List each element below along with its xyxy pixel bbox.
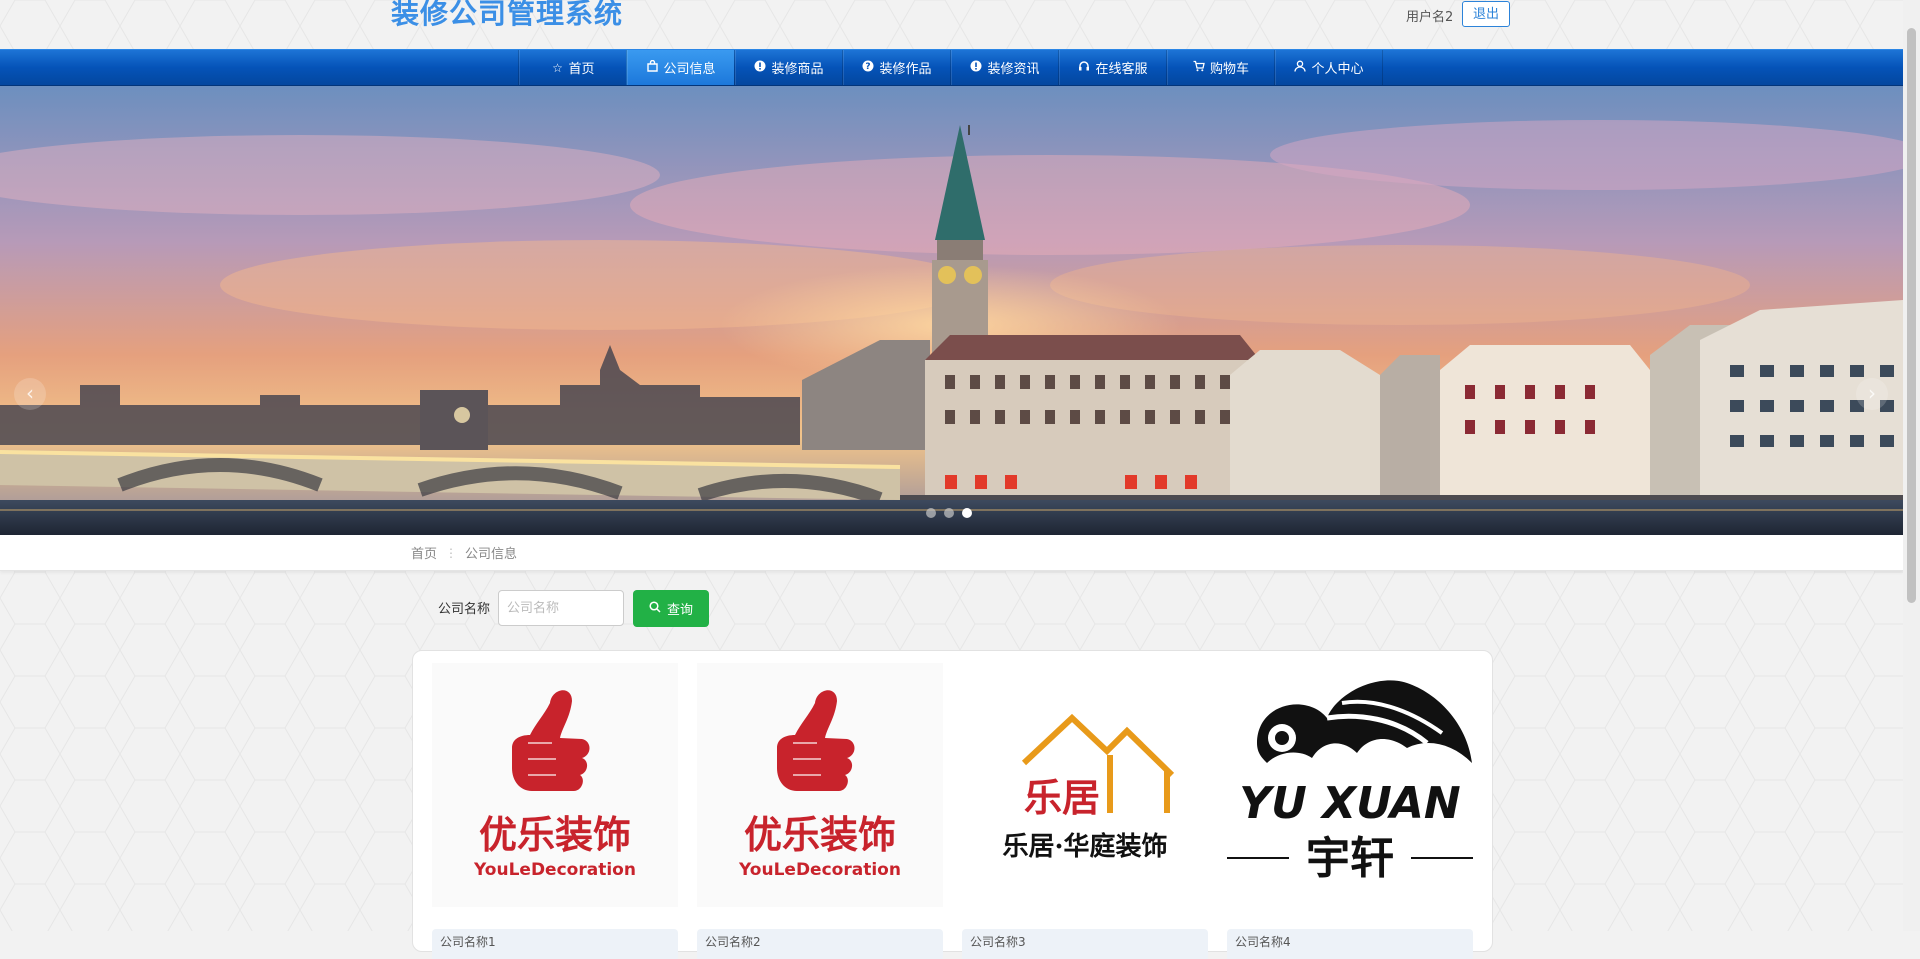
company-name: 公司名称2 bbox=[697, 929, 943, 959]
company-card[interactable]: 优乐装饰 YouLeDecoration 公司名称1 bbox=[432, 663, 678, 959]
nav-label: 购物车 bbox=[1209, 62, 1249, 77]
user-icon bbox=[1293, 60, 1307, 75]
headset-icon bbox=[1077, 60, 1091, 75]
nav-item-works[interactable]: ? 装修作品 bbox=[842, 50, 950, 85]
company-list: 优乐装饰 YouLeDecoration 公司名称1 优乐装饰 YouLeDec… bbox=[412, 650, 1493, 959]
breadcrumb-home[interactable]: 首页 bbox=[411, 543, 437, 562]
nav-item-support[interactable]: 在线客服 bbox=[1058, 50, 1166, 85]
carousel-dot-2[interactable] bbox=[944, 508, 954, 518]
shop-icon bbox=[645, 59, 659, 75]
carousel-dot-1[interactable] bbox=[926, 508, 936, 518]
company-card[interactable]: YU XUAN 宇轩 公司名称4 bbox=[1227, 663, 1473, 959]
logo-text: 乐居 bbox=[1024, 775, 1100, 820]
logo-subtext: 乐居·华庭装饰 bbox=[1002, 831, 1167, 862]
search-button[interactable]: 查询 bbox=[633, 590, 709, 627]
company-logo: 乐居 乐居·华庭装饰 bbox=[962, 663, 1208, 907]
nav-label: 公司信息 bbox=[663, 62, 716, 77]
scrollbar-thumb[interactable] bbox=[1907, 28, 1916, 603]
carousel-dot-3[interactable] bbox=[962, 508, 972, 518]
company-name: 公司名称3 bbox=[962, 929, 1208, 959]
breadcrumb: 首页 ⋮ 公司信息 bbox=[411, 543, 518, 563]
cart-icon bbox=[1192, 60, 1206, 75]
company-card[interactable]: 乐居 乐居·华庭装饰 公司名称3 bbox=[962, 663, 1208, 959]
chevron-left-icon: ‹ bbox=[26, 381, 34, 405]
breadcrumb-bar: 首页 ⋮ 公司信息 bbox=[0, 535, 1903, 571]
nav-item-news[interactable]: 装修资讯 bbox=[950, 50, 1058, 85]
info-icon bbox=[753, 60, 767, 75]
company-logo: 优乐装饰 YouLeDecoration bbox=[432, 663, 678, 907]
nav-item-profile[interactable]: 个人中心 bbox=[1274, 50, 1383, 85]
carousel-next-button[interactable]: › bbox=[1856, 378, 1888, 410]
svg-text:?: ? bbox=[866, 62, 871, 72]
page-scrollbar[interactable] bbox=[1903, 0, 1920, 931]
nav-item-products[interactable]: 装修商品 bbox=[734, 50, 842, 85]
nav-label: 装修商品 bbox=[771, 62, 824, 77]
nav-item-home[interactable]: ☆ 首页 bbox=[518, 50, 626, 85]
banner-image bbox=[0, 85, 1903, 535]
search-icon bbox=[649, 600, 661, 617]
banner-carousel: ‹ › bbox=[0, 85, 1903, 535]
search-label: 公司名称 bbox=[438, 602, 491, 617]
nav-label: 在线客服 bbox=[1095, 62, 1148, 77]
logo-subtext: 宇轩 bbox=[1306, 833, 1394, 884]
breadcrumb-separator: ⋮ bbox=[445, 545, 458, 560]
site-title: 装修公司管理系统 bbox=[391, 0, 624, 30]
logo-text: 优乐装饰 bbox=[744, 813, 896, 857]
nav-label: 装修作品 bbox=[879, 62, 932, 77]
info-icon bbox=[969, 60, 983, 75]
logo-subtext: YouLeDecoration bbox=[473, 860, 636, 880]
help-icon: ? bbox=[861, 60, 875, 75]
company-name: 公司名称4 bbox=[1227, 929, 1473, 959]
company-logo: YU XUAN 宇轩 bbox=[1227, 663, 1473, 907]
logout-button[interactable]: 退出 bbox=[1462, 1, 1510, 27]
username-label: 用户名2 bbox=[1406, 10, 1454, 25]
nav-item-company-info[interactable]: 公司信息 bbox=[626, 50, 734, 85]
carousel-indicators bbox=[926, 508, 972, 518]
nav-item-cart[interactable]: 购物车 bbox=[1166, 50, 1274, 85]
logo-text: YU XUAN bbox=[1239, 778, 1460, 829]
company-card[interactable]: 优乐装饰 YouLeDecoration 公司名称2 bbox=[697, 663, 943, 959]
star-icon: ☆ bbox=[552, 60, 563, 75]
nav-label: 首页 bbox=[568, 62, 595, 77]
breadcrumb-current: 公司信息 bbox=[465, 547, 518, 562]
search-button-label: 查询 bbox=[666, 603, 693, 618]
company-name: 公司名称1 bbox=[432, 929, 678, 959]
logo-text: 优乐装饰 bbox=[479, 813, 631, 857]
chevron-right-icon: › bbox=[1868, 381, 1876, 405]
main-nav: ☆ 首页 公司信息 装修商品 ? 装修作品 装修资讯 在线客服 购物车 个人中心 bbox=[0, 49, 1903, 86]
nav-label: 个人中心 bbox=[1311, 62, 1364, 77]
logo-subtext: YouLeDecoration bbox=[738, 860, 901, 880]
nav-label: 装修资讯 bbox=[987, 62, 1040, 77]
company-name-input[interactable] bbox=[498, 590, 624, 626]
carousel-prev-button[interactable]: ‹ bbox=[14, 378, 46, 410]
company-logo: 优乐装饰 YouLeDecoration bbox=[697, 663, 943, 907]
